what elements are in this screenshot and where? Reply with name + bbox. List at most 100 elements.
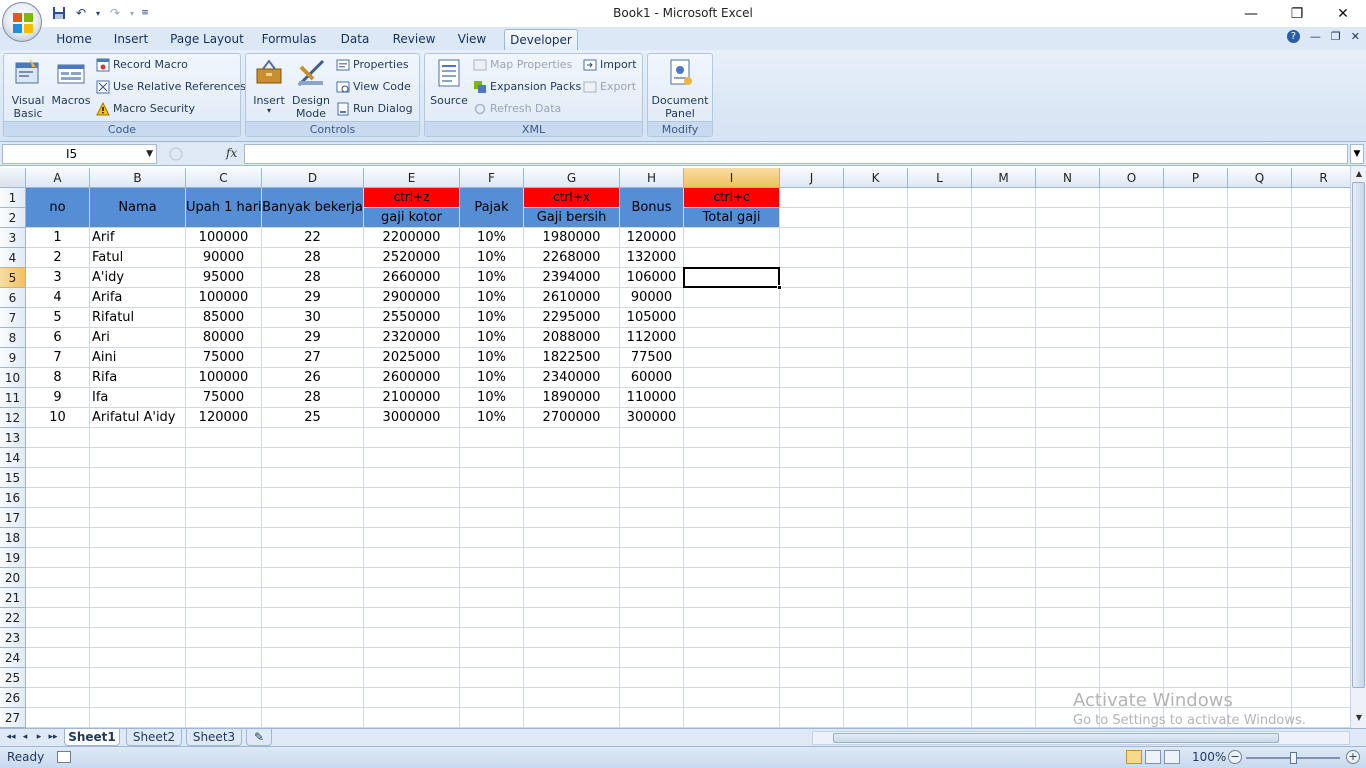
row-header-6[interactable]: 6: [0, 288, 26, 308]
table-cell[interactable]: A'idy: [90, 268, 185, 287]
table-cell[interactable]: 8: [26, 368, 89, 387]
table-cell[interactable]: 26: [262, 368, 363, 387]
table-cell[interactable]: 2100000: [364, 388, 459, 407]
column-header-j[interactable]: J: [780, 168, 844, 188]
tab-developer[interactable]: Developer: [504, 29, 578, 50]
row-header-10[interactable]: 10: [0, 368, 26, 388]
table-cell[interactable]: 10: [26, 408, 89, 427]
table-cell[interactable]: 29: [262, 328, 363, 347]
table-cell[interactable]: 100000: [186, 288, 261, 307]
table-cell[interactable]: 2520000: [364, 248, 459, 267]
column-header-i[interactable]: I: [684, 168, 780, 188]
table-cell[interactable]: Rifa: [90, 368, 185, 387]
table-cell[interactable]: Aini: [90, 348, 185, 367]
name-box-dropdown-icon[interactable]: ▼: [146, 145, 153, 163]
table-cell[interactable]: 2340000: [524, 368, 619, 387]
table-cell[interactable]: 2320000: [364, 328, 459, 347]
help-icon[interactable]: ?: [1286, 30, 1300, 43]
sheet-tab-sheet1[interactable]: Sheet1: [64, 729, 120, 746]
table-cell[interactable]: Rifatul: [90, 308, 185, 327]
tab-insert[interactable]: Insert: [108, 29, 154, 50]
table-cell[interactable]: 7: [26, 348, 89, 367]
macro-record-icon[interactable]: [57, 751, 71, 763]
document-panel-button[interactable]: Document Panel: [651, 57, 709, 120]
name-box[interactable]: I5 ▼: [2, 144, 157, 164]
row-header-14[interactable]: 14: [0, 448, 26, 468]
row-header-26[interactable]: 26: [0, 688, 26, 708]
table-cell[interactable]: 85000: [186, 308, 261, 327]
column-header-d[interactable]: D: [262, 168, 364, 188]
horizontal-scrollbar[interactable]: [812, 731, 1350, 745]
column-header-g[interactable]: G: [524, 168, 620, 188]
macros-button[interactable]: Macros: [50, 57, 92, 107]
table-cell[interactable]: 28: [262, 268, 363, 287]
table-cell[interactable]: 10%: [460, 248, 523, 267]
expansion-packs-button[interactable]: Expansion Packs: [473, 78, 581, 96]
sheet-tab-sheet2[interactable]: Sheet2: [126, 729, 182, 746]
visual-basic-button[interactable]: Visual Basic: [7, 57, 49, 120]
row-header-25[interactable]: 25: [0, 668, 26, 688]
refresh-data-button[interactable]: Refresh Data: [473, 100, 561, 118]
zoom-out-icon[interactable]: −: [1228, 750, 1242, 764]
header-cell-banyak-bekerja[interactable]: Banyak bekerja: [262, 188, 363, 227]
column-header-r[interactable]: R: [1292, 168, 1350, 188]
column-header-p[interactable]: P: [1164, 168, 1228, 188]
insert-control-button[interactable]: Insert ▾: [248, 57, 290, 115]
row-header-11[interactable]: 11: [0, 388, 26, 408]
table-cell[interactable]: 2700000: [524, 408, 619, 427]
table-cell[interactable]: 100000: [186, 228, 261, 247]
column-header-m[interactable]: M: [972, 168, 1036, 188]
table-cell[interactable]: 28: [262, 248, 363, 267]
column-header-a[interactable]: A: [26, 168, 90, 188]
workbook-minimize-icon[interactable]: —: [1310, 30, 1321, 43]
header-cell-ctrl-z[interactable]: ctrl+z: [364, 188, 459, 207]
table-cell[interactable]: 22: [262, 228, 363, 247]
worksheet-grid[interactable]: ABCDEFGHIJKLMNOPQR 1 2 3 4 5 6 7 8 9 10 11 12 13 14 15…: [0, 168, 1350, 728]
table-cell[interactable]: 3000000: [364, 408, 459, 427]
row-header-27[interactable]: 27: [0, 708, 26, 728]
last-sheet-icon[interactable]: ▸▸: [46, 730, 60, 745]
table-cell[interactable]: Ifa: [90, 388, 185, 407]
zoom-in-icon[interactable]: +: [1346, 750, 1360, 764]
table-cell[interactable]: 10%: [460, 328, 523, 347]
table-cell[interactable]: 80000: [186, 328, 261, 347]
table-cell[interactable]: 105000: [620, 308, 683, 327]
table-cell[interactable]: 2200000: [364, 228, 459, 247]
scroll-up-icon[interactable]: ▲: [1353, 168, 1365, 180]
row-header-9[interactable]: 9: [0, 348, 26, 368]
table-cell[interactable]: 75000: [186, 388, 261, 407]
table-cell[interactable]: 2025000: [364, 348, 459, 367]
column-header-k[interactable]: K: [844, 168, 908, 188]
table-cell[interactable]: Arifatul A'idy: [90, 408, 185, 427]
table-cell[interactable]: Fatul: [90, 248, 185, 267]
table-cell[interactable]: Ari: [90, 328, 185, 347]
row-header-8[interactable]: 8: [0, 328, 26, 348]
header-cell-gaji-bersih[interactable]: Gaji bersih: [524, 208, 619, 227]
row-header-19[interactable]: 19: [0, 548, 26, 568]
row-header-20[interactable]: 20: [0, 568, 26, 588]
table-cell[interactable]: 2900000: [364, 288, 459, 307]
table-cell[interactable]: 2295000: [524, 308, 619, 327]
table-cell[interactable]: 1: [26, 228, 89, 247]
header-cell-bonus[interactable]: Bonus: [620, 188, 683, 227]
normal-view-icon[interactable]: [1126, 750, 1142, 764]
table-cell[interactable]: 112000: [620, 328, 683, 347]
scroll-down-icon[interactable]: ▼: [1353, 712, 1365, 724]
export-button[interactable]: Export: [583, 78, 636, 96]
restore-button[interactable]: ❐: [1274, 0, 1320, 27]
row-header-1[interactable]: 1: [0, 188, 26, 208]
header-cell-pajak[interactable]: Pajak: [460, 188, 523, 227]
table-cell[interactable]: 2550000: [364, 308, 459, 327]
minimize-button[interactable]: —: [1228, 0, 1274, 27]
header-cell-ctrl-c[interactable]: ctrl+c: [684, 188, 779, 207]
tab-formulas[interactable]: Formulas: [258, 29, 320, 50]
tab-review[interactable]: Review: [388, 29, 440, 50]
table-cell[interactable]: 120000: [186, 408, 261, 427]
table-cell[interactable]: 10%: [460, 268, 523, 287]
table-cell[interactable]: 2394000: [524, 268, 619, 287]
column-header-f[interactable]: F: [460, 168, 524, 188]
horizontal-scroll-thumb[interactable]: [833, 733, 1279, 743]
page-layout-view-icon[interactable]: [1145, 750, 1161, 764]
prev-sheet-icon[interactable]: ◂: [18, 730, 32, 745]
run-dialog-button[interactable]: Run Dialog: [336, 100, 413, 118]
